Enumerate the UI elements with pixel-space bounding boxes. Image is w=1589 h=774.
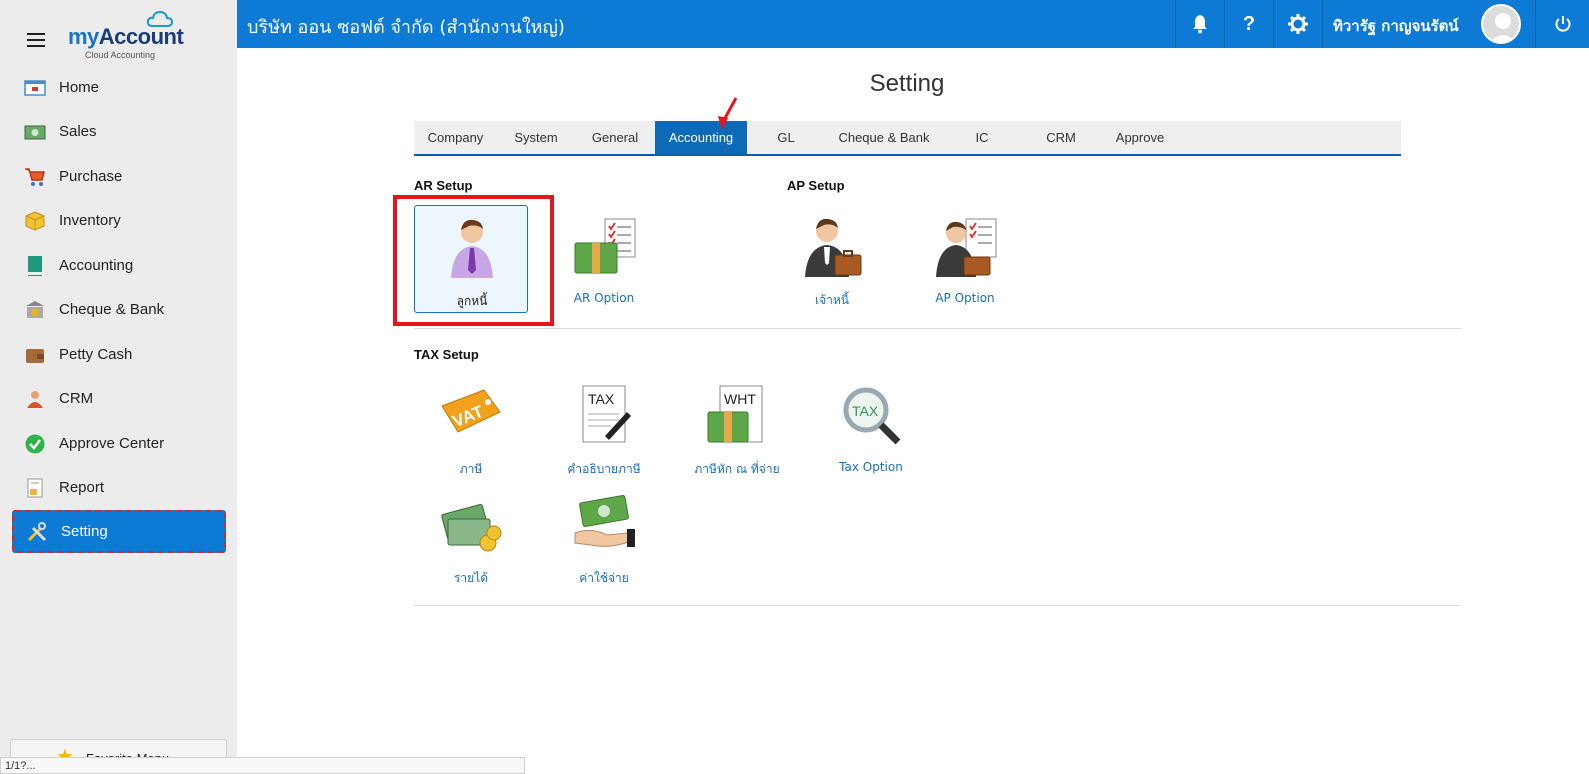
annotation-arrow (718, 97, 738, 130)
power-icon (1555, 16, 1570, 32)
book-icon (28, 256, 42, 276)
sales-icon (24, 125, 46, 140)
help-icon: ? (1242, 12, 1256, 35)
sidebar-item-setting[interactable]: Setting (12, 510, 226, 553)
sidebar-item-crm[interactable]: CRM (12, 379, 226, 419)
tile-tax-label: ภาษี (459, 462, 483, 476)
expense-hand-money-icon (574, 495, 635, 547)
tab-general[interactable]: General (576, 121, 654, 154)
help-button[interactable]: ? (1224, 0, 1273, 48)
tile-income[interactable]: รายได้ (414, 483, 528, 591)
tile-withholding-tax[interactable]: WHT ภาษีหัก ณ ที่จ่าย (680, 374, 794, 482)
sidebar-item-home[interactable]: Home (12, 68, 226, 108)
tab-company[interactable]: Company (414, 121, 497, 154)
logo-subtitle: Cloud Accounting (85, 50, 156, 60)
tools-icon (27, 522, 47, 542)
tax-magnifier-icon: TAX (843, 387, 901, 445)
bank-icon (26, 301, 44, 318)
tile-tax-option[interactable]: TAX Tax Option (814, 374, 928, 482)
tile-ap-option-label: AP Option (935, 291, 995, 305)
creditor-businessman-icon (805, 218, 862, 277)
sidebar: myAccount Cloud Accounting Home Sales Pu… (0, 0, 237, 774)
tile-tax[interactable]: VAT ภาษี (414, 374, 528, 482)
top-header: บริษัท ออน ซอฟต์ จำกัด (สำนักงานใหญ่) ? … (237, 0, 1589, 48)
sidebar-item-cheque-bank[interactable]: Cheque & Bank (12, 290, 226, 330)
svg-text:WHT: WHT (724, 391, 756, 407)
settings-button[interactable] (1273, 0, 1322, 48)
app-logo[interactable]: myAccount Cloud Accounting (68, 10, 188, 62)
tab-gl[interactable]: GL (750, 121, 822, 154)
tile-expense[interactable]: ค่าใช้จ่าย (547, 483, 661, 591)
sidebar-item-report[interactable]: Report (12, 468, 226, 508)
tab-ic[interactable]: IC (944, 121, 1020, 154)
report-icon (27, 478, 43, 498)
wallet-icon (26, 349, 44, 363)
logo-area: myAccount Cloud Accounting (0, 0, 237, 66)
cart-icon (25, 168, 45, 186)
svg-text:TAX: TAX (588, 391, 615, 407)
tile-withholding-tax-label: ภาษีหัก ณ ที่จ่าย (694, 462, 780, 476)
avatar (1481, 4, 1521, 44)
tab-crm[interactable]: CRM (1024, 121, 1098, 154)
sidebar-item-petty-cash[interactable]: Petty Cash (12, 335, 226, 375)
status-bar: 1/1?... (0, 757, 525, 774)
svg-text:TAX: TAX (852, 403, 879, 419)
company-title: บริษัท ออน ซอฟต์ จำกัด (สำนักงานใหญ่) (247, 17, 565, 38)
tile-ar-option-label: AR Option (573, 291, 635, 305)
logo-text: myAccount (68, 24, 184, 49)
tile-tax-description-label: คำอธิบายภาษี (567, 462, 641, 476)
tile-income-label: รายได้ (453, 571, 489, 585)
user-menu[interactable]: ทิวารัฐ กาญจนรัตน์ (1322, 0, 1532, 48)
ar-option-icon (574, 218, 636, 274)
box-icon (25, 211, 45, 231)
sidebar-item-purchase[interactable]: Purchase (12, 157, 226, 197)
notification-button[interactable] (1175, 0, 1224, 48)
tile-expense-label: ค่าใช้จ่าย (579, 571, 629, 585)
hamburger-menu-icon[interactable] (27, 33, 45, 47)
page-title: Setting (869, 70, 945, 97)
ap-setup-title: AP Setup (787, 178, 845, 193)
bell-icon (1193, 15, 1207, 34)
tax-document-icon: TAX (582, 385, 631, 443)
check-circle-icon (25, 434, 45, 454)
tile-tax-option-label: Tax Option (839, 460, 903, 474)
tile-creditor[interactable]: เจ้าหนี้ (775, 205, 889, 313)
tax-setup-title: TAX Setup (414, 347, 479, 362)
annotation-highlight-box (393, 195, 554, 326)
sidebar-item-accounting[interactable]: Accounting (12, 246, 226, 286)
gear-icon (1288, 14, 1308, 34)
user-name: ทิวารัฐ กาญจนรัตน์ (1333, 17, 1459, 35)
sidebar-item-sales[interactable]: Sales (12, 112, 226, 152)
ar-setup-title: AR Setup (414, 178, 473, 193)
logout-button[interactable] (1535, 0, 1589, 48)
wht-document-icon: WHT (707, 385, 763, 443)
section-divider (414, 328, 1461, 329)
income-money-icon (441, 503, 502, 552)
sidebar-item-approve-center[interactable]: Approve Center (12, 424, 226, 464)
tab-cheque-bank[interactable]: Cheque & Bank (827, 121, 941, 154)
tile-ar-option[interactable]: AR Option (547, 205, 661, 313)
tile-tax-description[interactable]: TAX คำอธิบายภาษี (547, 374, 661, 482)
ap-option-icon (936, 218, 997, 277)
user-silhouette-icon (1490, 13, 1516, 42)
tab-system[interactable]: System (499, 121, 573, 154)
vat-tag-icon: VAT (441, 389, 501, 433)
sidebar-item-inventory[interactable]: Inventory (12, 201, 226, 241)
tile-creditor-label: เจ้าหนี้ (815, 293, 849, 307)
home-icon (24, 80, 46, 96)
tile-ap-option[interactable]: AP Option (908, 205, 1022, 313)
tab-approve[interactable]: Approve (1102, 121, 1178, 154)
section-divider-bottom (414, 605, 1461, 606)
settings-tabs: Company System General Accounting GL Che… (414, 121, 1401, 156)
people-icon (27, 391, 43, 408)
